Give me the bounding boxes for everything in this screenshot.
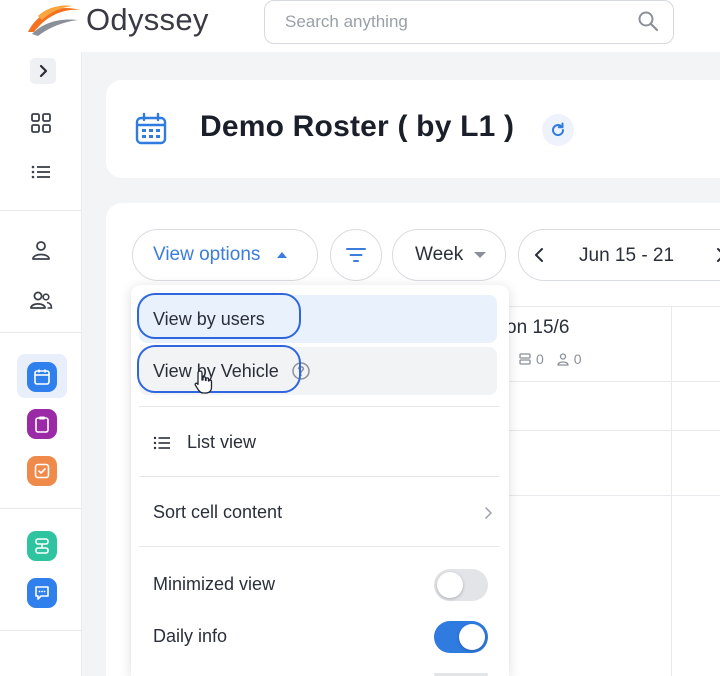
task-app-icon xyxy=(34,463,50,479)
sidebar-divider xyxy=(0,630,82,631)
toggle-knob xyxy=(437,572,463,598)
top-bar: Odyssey xyxy=(0,0,720,52)
list-icon xyxy=(31,165,50,179)
minimized-view-toggle[interactable] xyxy=(434,569,488,601)
filter-icon xyxy=(346,248,366,262)
users-icon xyxy=(30,291,53,309)
date-range-label: Jun 15 - 21 xyxy=(579,245,675,266)
sort-cell-content-label: Sort cell content xyxy=(153,502,283,522)
calendar-icon xyxy=(134,112,168,151)
toggle-knob xyxy=(459,624,485,650)
grid-line xyxy=(671,306,672,676)
grid-line xyxy=(506,495,720,496)
week-select[interactable]: Week xyxy=(392,229,506,281)
next-week-button[interactable] xyxy=(715,246,720,269)
prev-week-button[interactable] xyxy=(533,246,545,269)
menu-divider xyxy=(139,476,499,477)
vehicle-icon xyxy=(519,353,531,365)
odyssey-swoosh-icon xyxy=(28,5,80,36)
daily-info-toggle[interactable] xyxy=(434,621,488,653)
grid-line xyxy=(506,430,720,431)
day-column-stats: 0 0 xyxy=(518,351,582,367)
list-icon xyxy=(153,436,170,449)
sidebar-app-chat[interactable] xyxy=(27,578,57,608)
user-icon xyxy=(557,353,569,366)
day-column-header[interactable]: on 15/6 xyxy=(506,317,569,339)
chevron-right-icon xyxy=(39,64,48,78)
sidebar-app-roster[interactable] xyxy=(27,362,57,392)
view-options-button[interactable]: View options xyxy=(132,229,318,281)
daily-info-label: Daily info xyxy=(153,626,228,646)
sidebar-app-tasks[interactable] xyxy=(27,456,57,486)
caret-up-icon xyxy=(277,252,288,258)
page-title: Demo Roster ( by L1 ) xyxy=(200,110,515,143)
chat-app-icon xyxy=(35,586,49,600)
menu-item-sort-cell-content[interactable]: Sort cell content xyxy=(153,502,493,523)
calendar-app-icon xyxy=(34,369,50,385)
date-range-navigator[interactable]: Jun 15 - 21 xyxy=(518,229,720,281)
view-options-menu: View by users View by Vehicle List view … xyxy=(131,285,509,676)
page-header-card: Demo Roster ( by L1 ) xyxy=(106,80,720,178)
minimized-view-label: Minimized view xyxy=(153,574,276,594)
list-view-label: List view xyxy=(187,432,257,452)
sidebar-item-users[interactable] xyxy=(26,285,56,315)
caret-down-icon xyxy=(474,252,487,258)
chevron-right-icon xyxy=(485,506,492,519)
search-input[interactable] xyxy=(285,12,615,32)
menu-divider xyxy=(139,406,499,407)
vehicle-count: 0 xyxy=(536,351,544,367)
app-name: Odyssey xyxy=(86,2,209,37)
sidebar-expand-button[interactable] xyxy=(30,58,56,84)
grid-icon xyxy=(31,113,51,133)
user-icon xyxy=(32,241,50,260)
sidebar-divider xyxy=(0,508,82,509)
sidebar-item-dashboard[interactable] xyxy=(26,108,56,138)
route-app-icon xyxy=(35,538,49,554)
filter-button[interactable] xyxy=(330,229,382,281)
hand-cursor-icon xyxy=(194,370,213,394)
annotation-highlight xyxy=(137,345,301,393)
app-logo[interactable]: Odyssey xyxy=(24,2,209,38)
refresh-button[interactable] xyxy=(542,114,574,146)
sidebar-divider xyxy=(0,332,82,333)
chevron-left-icon xyxy=(535,248,543,262)
search-icon[interactable] xyxy=(637,10,659,37)
annotation-highlight xyxy=(137,293,301,339)
refresh-icon xyxy=(552,122,565,137)
menu-item-list-view[interactable]: List view xyxy=(153,432,256,453)
sidebar-app-routes[interactable] xyxy=(27,531,57,561)
user-count: 0 xyxy=(573,351,582,367)
search-box[interactable] xyxy=(264,0,674,44)
sidebar xyxy=(0,52,82,676)
sidebar-divider xyxy=(0,210,82,211)
view-options-label: View options xyxy=(153,244,261,265)
grid-line xyxy=(506,381,720,382)
chevron-right-icon xyxy=(717,248,720,262)
sidebar-app-clipboard[interactable] xyxy=(27,409,57,439)
clipboard-app-icon xyxy=(35,416,49,433)
sidebar-item-user[interactable] xyxy=(26,235,56,265)
sidebar-item-list[interactable] xyxy=(26,157,56,187)
week-select-value: Week xyxy=(415,244,464,265)
menu-divider xyxy=(139,546,499,547)
